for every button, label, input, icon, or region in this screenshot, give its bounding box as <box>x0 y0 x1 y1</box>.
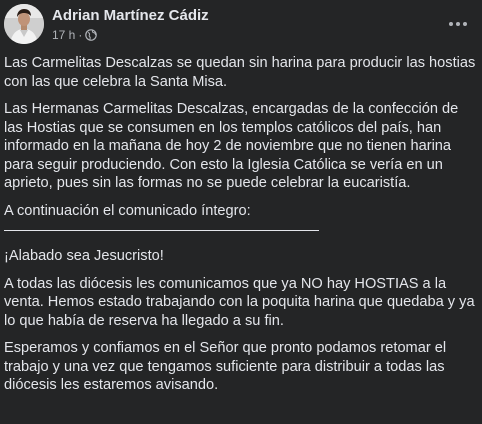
post-body: Las Carmelitas Descalzas se quedan sin h… <box>4 54 476 404</box>
post-timestamp[interactable]: 17 h <box>52 28 75 42</box>
globe-icon <box>85 29 98 41</box>
post-paragraph-intro: A continuación el comunicado íntegro: <box>4 202 251 219</box>
meta-separator: · <box>78 28 83 42</box>
avatar[interactable] <box>4 4 44 44</box>
post-card: Adrian Martínez Cádiz 17 h · Las Carmeli… <box>0 0 482 424</box>
post-paragraph-announcement: A todas las diócesis les comunicamos que… <box>4 275 475 329</box>
post-paragraph-greeting: ¡Alabado sea Jesucristo! <box>4 248 164 264</box>
profile-photo <box>4 4 44 44</box>
post-paragraph-headline: Las Carmelitas Descalzas se quedan sin h… <box>4 55 476 90</box>
divider-line <box>4 220 319 231</box>
post-paragraph-report: Las Hermanas Carmelitas Descalzas, encar… <box>4 101 459 191</box>
author-name[interactable]: Adrian Martínez Cádiz <box>52 7 209 24</box>
more-options-icon[interactable] <box>440 10 476 38</box>
post-header: Adrian Martínez Cádiz 17 h · <box>0 0 482 50</box>
post-meta: 17 h · <box>52 28 98 42</box>
post-paragraph-closing: Esperamos y confiamos en el Señor que pr… <box>4 340 447 393</box>
